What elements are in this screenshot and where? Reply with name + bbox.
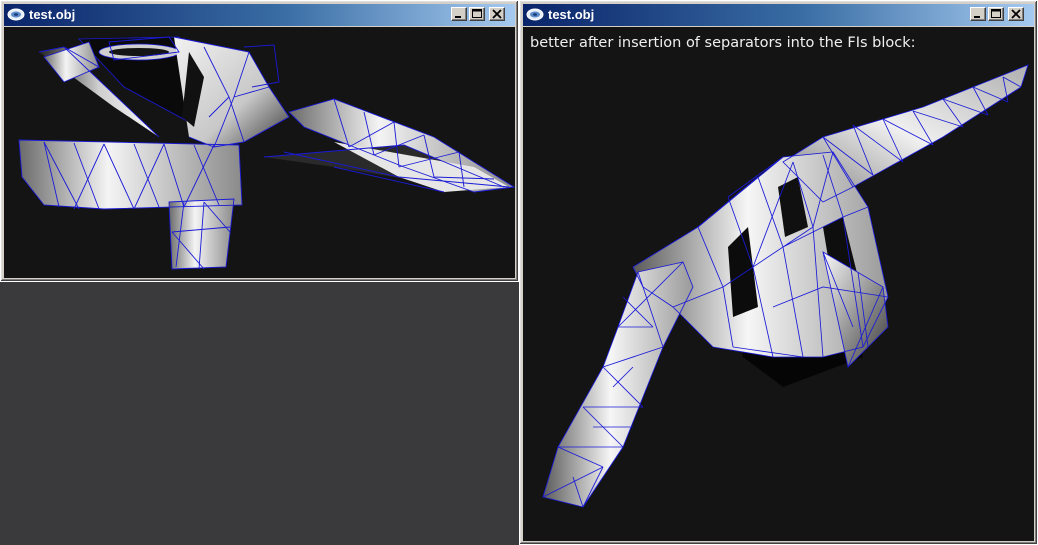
close-button[interactable]	[1008, 7, 1024, 21]
window-title: test.obj	[548, 7, 595, 22]
minimize-button[interactable]	[970, 7, 986, 21]
render-viewport[interactable]	[4, 27, 515, 278]
app-icon	[7, 8, 25, 21]
close-button[interactable]	[489, 7, 505, 21]
minimize-icon	[974, 16, 980, 18]
close-icon	[1011, 9, 1021, 19]
minimize-button[interactable]	[451, 7, 467, 21]
right-window[interactable]: test.obj better after insertion of separ…	[519, 0, 1038, 545]
minimize-icon	[455, 16, 461, 18]
maximize-button[interactable]	[469, 7, 485, 21]
maximize-icon	[991, 9, 1001, 18]
maximize-icon	[472, 9, 482, 18]
close-icon	[492, 9, 502, 19]
viewport-caption: better after insertion of separators int…	[530, 35, 916, 51]
mesh-render	[18, 36, 515, 270]
app-icon	[526, 8, 544, 21]
left-window[interactable]: test.obj	[0, 0, 519, 282]
maximize-button[interactable]	[988, 7, 1004, 21]
window-title: test.obj	[29, 7, 76, 22]
left-window-titlebar[interactable]: test.obj	[4, 4, 515, 26]
mesh-render	[542, 64, 1029, 508]
right-window-titlebar[interactable]: test.obj	[523, 4, 1034, 26]
render-viewport[interactable]: better after insertion of separators int…	[523, 27, 1034, 541]
